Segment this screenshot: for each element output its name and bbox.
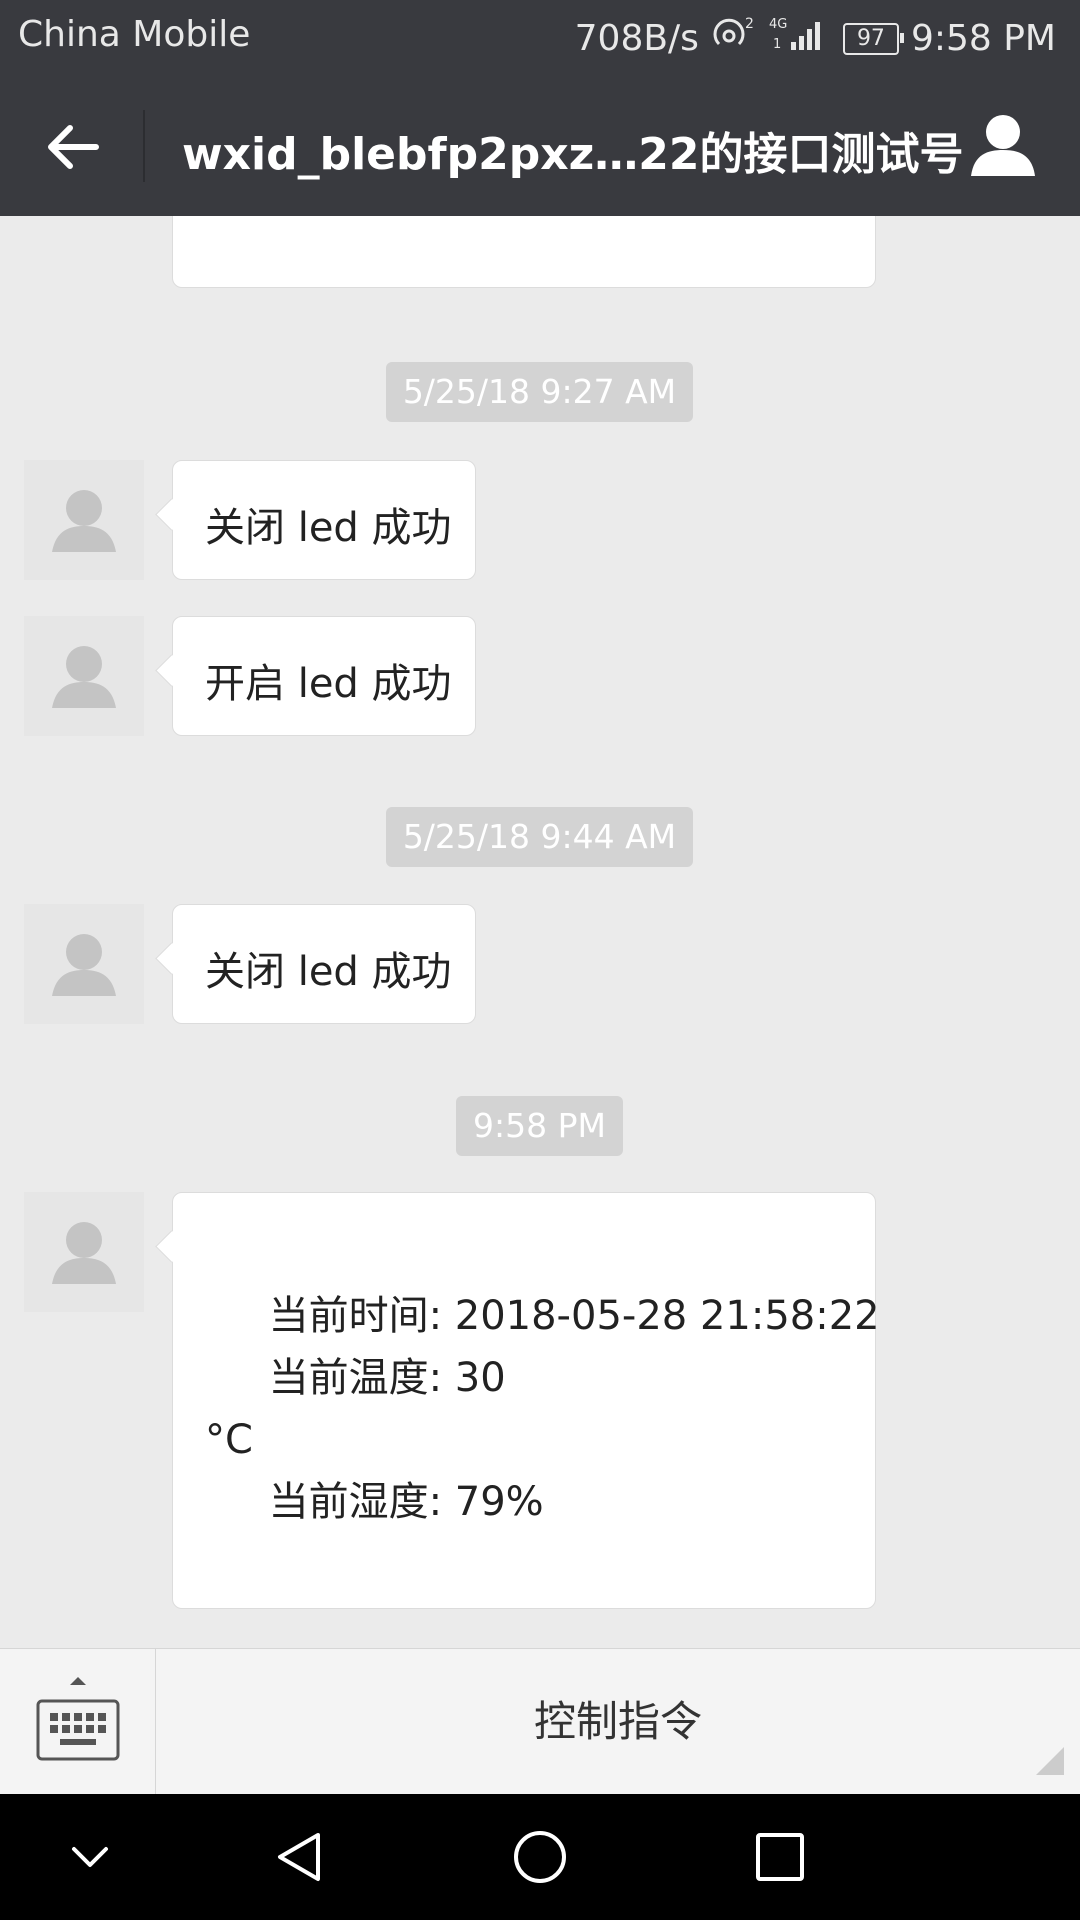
status-bar: China Mobile 708B/s 2 4G 1 97 9:58 PM bbox=[0, 0, 1080, 74]
recents-square-icon[interactable] bbox=[750, 1827, 810, 1887]
message-text: 关闭 led 成功 bbox=[205, 505, 452, 551]
avatar[interactable] bbox=[24, 904, 144, 1024]
message-text: 开启 led 成功 bbox=[205, 661, 452, 707]
keyboard-toggle-button[interactable] bbox=[0, 1649, 156, 1795]
network-speed: 708B/s bbox=[574, 18, 699, 59]
timestamp: 9:58 PM bbox=[456, 1096, 623, 1156]
message-text: 关闭 led 成功 bbox=[205, 949, 452, 995]
message-text: 当前时间: 2018-05-28 21:58:22 当前温度: 30 °C 当前… bbox=[205, 1293, 880, 1525]
previous-message-bubble[interactable] bbox=[172, 216, 876, 288]
page-title: wxid_blebfp2pxz…22的接口测试号 bbox=[182, 129, 964, 180]
back-button[interactable] bbox=[40, 114, 106, 180]
chat-area[interactable]: 5/25/18 9:27 AM 关闭 led 成功 开启 led 成功 5/25… bbox=[0, 216, 1080, 1648]
avatar[interactable] bbox=[24, 460, 144, 580]
message-bubble[interactable]: 关闭 led 成功 bbox=[172, 904, 476, 1024]
message-bubble[interactable]: 关闭 led 成功 bbox=[172, 460, 476, 580]
sensor-report-bubble[interactable]: 当前时间: 2018-05-28 21:58:22 当前温度: 30 °C 当前… bbox=[172, 1192, 880, 1609]
battery-icon: 97 bbox=[842, 22, 904, 55]
person-icon bbox=[52, 934, 116, 996]
timestamp: 5/25/18 9:27 AM bbox=[386, 362, 693, 422]
message-bubble[interactable]: 开启 led 成功 bbox=[172, 616, 476, 736]
arrow-left-icon bbox=[48, 125, 99, 169]
control-command-menu[interactable]: 控制指令 bbox=[156, 1649, 1080, 1795]
title-divider bbox=[143, 110, 145, 182]
system-nav-bar bbox=[0, 1794, 1080, 1920]
svg-text:1: 1 bbox=[773, 37, 781, 52]
svg-text:2: 2 bbox=[745, 16, 754, 32]
back-triangle-icon[interactable] bbox=[270, 1827, 330, 1887]
avatar[interactable] bbox=[24, 616, 144, 736]
chat-header: wxid_blebfp2pxz…22的接口测试号 bbox=[0, 74, 1080, 216]
clock: 9:58 PM bbox=[910, 18, 1056, 59]
svg-text:4G: 4G bbox=[769, 17, 787, 32]
person-icon bbox=[52, 490, 116, 552]
timestamp: 5/25/18 9:44 AM bbox=[386, 807, 693, 867]
input-bar: 控制指令 bbox=[0, 1648, 1080, 1795]
home-circle-icon[interactable] bbox=[510, 1827, 570, 1887]
hotspot-icon: 2 bbox=[711, 14, 757, 63]
profile-button[interactable] bbox=[966, 108, 1040, 182]
avatar[interactable] bbox=[24, 1192, 144, 1312]
carrier-name: China Mobile bbox=[18, 14, 251, 55]
keyboard-icon bbox=[36, 1677, 120, 1761]
chevron-down-icon[interactable] bbox=[60, 1827, 120, 1887]
person-icon bbox=[971, 115, 1035, 176]
menu-corner-indicator bbox=[1036, 1747, 1064, 1775]
signal-icon: 4G 1 bbox=[769, 14, 831, 63]
person-icon bbox=[52, 1222, 116, 1284]
person-icon bbox=[52, 646, 116, 708]
